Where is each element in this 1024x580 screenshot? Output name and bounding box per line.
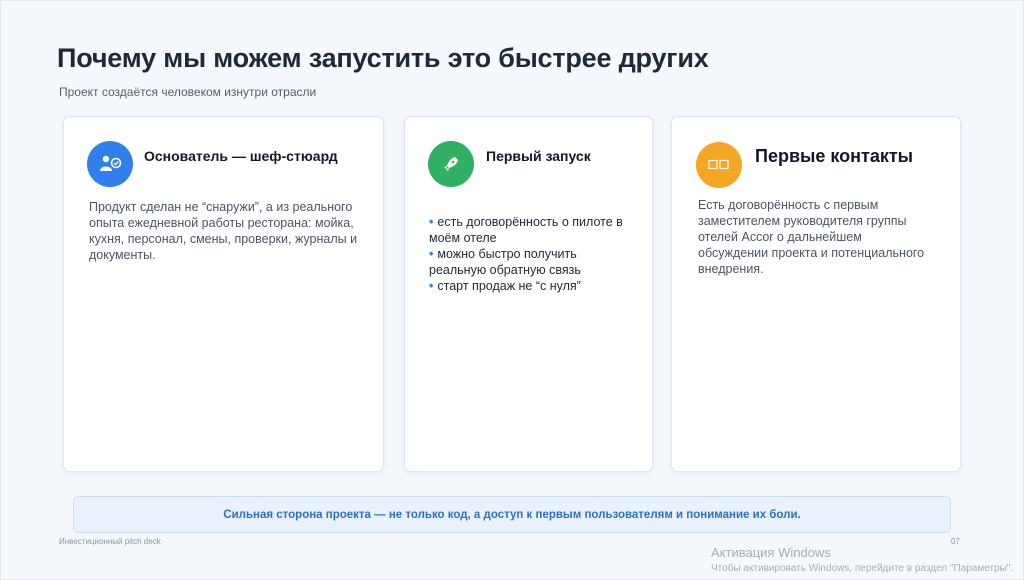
- contacts-icon: [696, 142, 742, 188]
- card-founder-title: Основатель — шеф-стюард: [144, 148, 338, 164]
- windows-activation-title: Активация Windows: [711, 545, 831, 560]
- page-title: Почему мы можем запустить это быстрее др…: [57, 43, 709, 73]
- footer-deck-name: Инвестиционный pitch deck: [59, 537, 161, 546]
- card-founder-text: Продукт сделан не “снаружи”, а из реальн…: [89, 200, 358, 262]
- list-item: • можно быстро получить реальную обратную…: [429, 247, 581, 277]
- chef-user-icon: [87, 141, 133, 187]
- windows-activation-hint: Чтобы активировать Windows, перейдите в …: [711, 563, 1014, 574]
- card-first-contacts: Первые контакты Есть договорённость с пе…: [671, 116, 961, 472]
- key-message-text: Сильная сторона проекта — не только код,…: [223, 508, 801, 521]
- key-message-banner: Сильная сторона проекта — не только код,…: [73, 496, 951, 533]
- page-number: 07: [951, 537, 960, 546]
- card-first-contacts-text: Есть договорённость с первым заместителе…: [698, 198, 925, 276]
- card-first-launch-title: Первый запуск: [486, 148, 591, 164]
- list-item: • есть договорённость о пилоте в моём оте…: [429, 215, 623, 245]
- card-founder: Основатель — шеф-стюард Продукт сделан н…: [63, 116, 384, 472]
- card-first-launch: Первый запуск • есть договорённость о пил…: [404, 116, 653, 472]
- rocket-icon: [428, 141, 474, 187]
- page-subtitle: Проект создаётся человеком изнутри отрас…: [59, 85, 317, 99]
- list-item: • старт продаж не “с нуля”: [429, 279, 581, 293]
- card-first-launch-list: • есть договорённость о пилоте в моём оте…: [429, 214, 629, 294]
- slide: Почему мы можем запустить это быстрее др…: [0, 0, 1024, 580]
- card-first-contacts-title: Первые контакты: [755, 146, 914, 166]
